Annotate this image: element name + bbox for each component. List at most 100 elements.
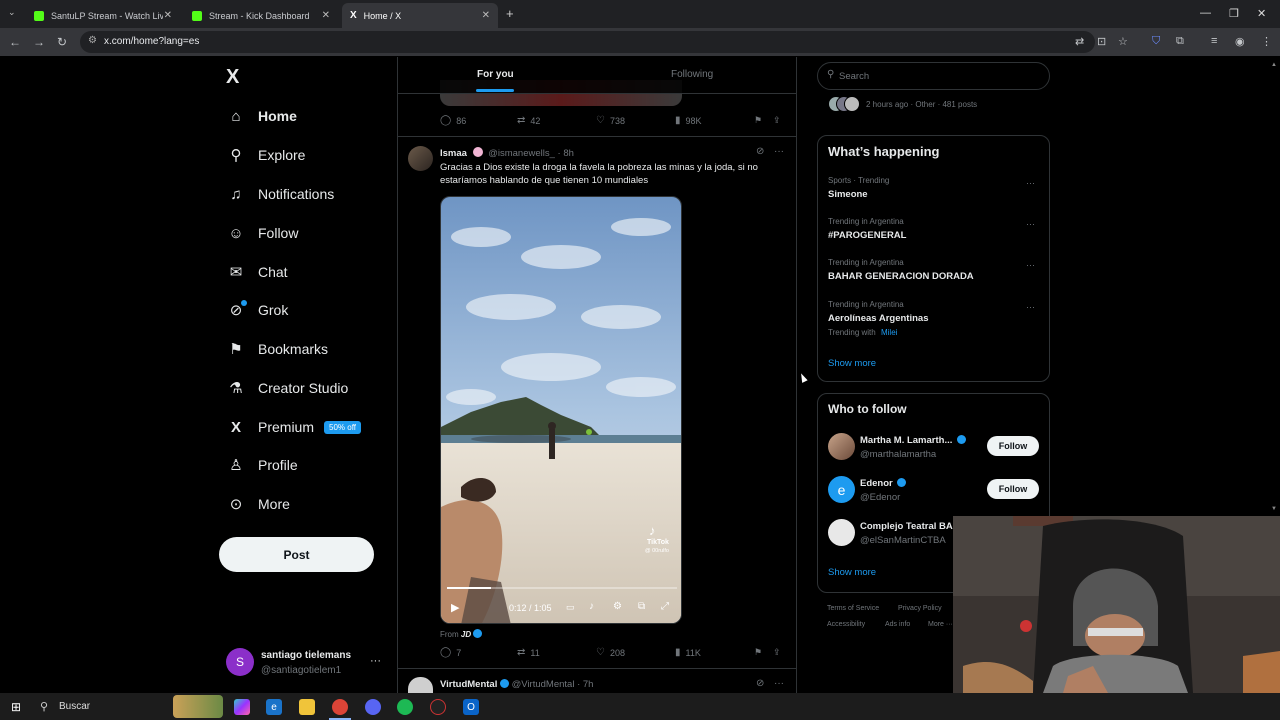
trend-more-button[interactable]: ··· [1026,302,1035,312]
site-info-icon[interactable]: ⚙ [88,35,97,46]
video-source-name[interactable]: JD [461,630,471,639]
grok-explain-icon[interactable]: ⊘ [756,678,764,689]
nav-follow[interactable]: ☺ Follow [226,221,298,245]
captions-icon[interactable]: ▭ [566,602,575,613]
profile-icon[interactable]: ◉ [1235,35,1245,48]
post-author-handle[interactable]: @ismanewells_ [488,148,555,159]
repost-button[interactable]: ⇄ 11 [517,647,540,658]
follow-button-edenor[interactable]: Follow [987,479,1039,499]
new-tab-button[interactable]: + [506,6,514,21]
trend-more-button[interactable]: ··· [1026,178,1035,188]
account-name[interactable]: santiago tielemans [261,650,351,661]
close-tab-icon[interactable]: ✕ [482,10,490,21]
close-window-icon[interactable]: ✕ [1257,7,1266,20]
trend-aerolineas[interactable]: Aerolíneas Argentinas [828,313,928,324]
account-menu-button[interactable]: ··· [370,655,381,667]
repost-button[interactable]: ⇄ 42 [517,115,540,126]
fullscreen-icon[interactable]: ⤢ [661,601,669,612]
wtf-name-complejo[interactable]: Complejo Teatral BA [860,521,953,532]
account-avatar[interactable]: S [226,648,254,676]
wtf-name-edenor[interactable]: Edenor [860,478,907,489]
nav-notifications[interactable]: ♫ Notifications [226,182,334,206]
trend-simeone[interactable]: Simeone [828,189,868,200]
file-explorer-icon[interactable] [299,699,315,715]
post-more-button[interactable]: ··· [774,146,784,157]
chrome-icon[interactable] [332,699,348,715]
trend-more-button[interactable]: ··· [1026,219,1035,229]
nav-chat[interactable]: ✉ Chat [226,260,288,284]
taskbar-widget[interactable] [173,695,223,718]
reload-icon[interactable]: ↻ [57,35,67,49]
post-time[interactable]: · 8h [558,148,574,159]
post-button[interactable]: Post [219,537,374,572]
tab-for-you[interactable]: For you [477,69,514,80]
star-icon[interactable]: ☆ [1118,35,1128,48]
x-logo-icon[interactable]: X [226,66,239,89]
search-input[interactable]: Search [839,71,869,82]
pip-icon[interactable]: ⧉ [638,601,645,612]
bookmark-icon[interactable]: ⚑ [754,115,762,126]
footer-ads-link[interactable]: Ads info [885,621,910,628]
next-post-time[interactable]: · 7h [577,679,593,690]
volume-icon[interactable]: ♪ [589,601,594,612]
views-button[interactable]: ▮ 11K [675,647,701,658]
wtf-avatar-edenor[interactable]: e [828,476,855,503]
video-progress-track[interactable] [447,587,677,589]
post-author-avatar[interactable] [408,146,433,171]
post-more-button[interactable]: ··· [774,678,784,689]
tab-search-icon[interactable]: ⌄ [8,7,16,18]
spotify-icon[interactable] [397,699,413,715]
footer-accessibility-link[interactable]: Accessibility [827,621,865,628]
browser-menu-icon[interactable]: ⋮ [1261,35,1272,48]
footer-terms-link[interactable]: Terms of Service [827,605,879,612]
scrollbar[interactable]: ▲ ▼ [1271,62,1277,514]
share-icon[interactable]: ⇪ [773,647,781,658]
search-box[interactable]: ⚲ Search [817,62,1050,90]
reply-button[interactable]: ◯ 7 [440,647,461,658]
show-more-follow-link[interactable]: Show more [828,567,876,578]
show-more-trends-link[interactable]: Show more [828,358,876,369]
obs-icon[interactable] [430,699,446,715]
install-icon[interactable]: ⊡ [1097,35,1106,48]
nav-home[interactable]: ⌂ Home [226,104,296,128]
like-button[interactable]: ♡ 208 [596,647,625,658]
post-video[interactable]: ♪ TikTok @ 00rulfo ▶ 0:12 / 1:05 ▭ ♪ ⚙ ⧉… [440,196,682,624]
nav-explore[interactable]: ⚲ Explore [226,143,306,167]
wtf-avatar-complejo[interactable] [828,519,855,546]
next-post-author[interactable]: VirtudMental [440,679,497,690]
wtf-name-martha[interactable]: Martha M. Lamarth... [860,435,967,446]
footer-privacy-link[interactable]: Privacy Policy [898,605,942,612]
windows-start-icon[interactable]: ⊞ [8,699,24,715]
share-icon[interactable]: ⇪ [773,115,781,126]
nav-profile[interactable]: ♙ Profile [226,453,297,477]
back-icon[interactable]: ← [9,35,21,49]
extension-shield-icon[interactable]: ⛉ [1152,35,1160,48]
nav-creator-studio[interactable]: ⚗ Creator Studio [226,376,348,400]
media-icon[interactable]: ≡ [1211,35,1217,47]
outlook-icon[interactable]: O [463,699,479,715]
trend-related-link[interactable]: Milei [881,328,897,337]
follow-button-martha[interactable]: Follow [987,436,1039,456]
reply-button[interactable]: ◯ 86 [440,115,466,126]
bookmark-icon[interactable]: ⚑ [754,647,762,658]
close-tab-icon[interactable]: ✕ [322,10,330,21]
tab-home-x[interactable]: X Home / X ✕ [342,3,498,28]
wtf-avatar-martha[interactable] [828,433,855,460]
tab-kick-dashboard[interactable]: Stream - Kick Dashboard ✕ [184,3,338,28]
discord-icon[interactable] [365,699,381,715]
like-button[interactable]: ♡ 738 [596,115,625,126]
copilot-icon[interactable] [234,699,250,715]
close-tab-icon[interactable]: ✕ [164,10,172,21]
next-post-avatar[interactable] [408,677,433,693]
grok-explain-icon[interactable]: ⊘ [756,146,764,157]
address-bar[interactable]: ⚙ x.com/home?lang=es [80,31,1095,53]
edge-icon[interactable]: e [266,699,282,715]
nav-more[interactable]: ⊙ More [226,492,290,516]
minimize-icon[interactable]: — [1200,7,1211,19]
settings-icon[interactable]: ⚙ [613,601,622,612]
views-button[interactable]: ▮ 98K [675,115,702,126]
taskbar-search-box[interactable]: Buscar [59,701,90,712]
extensions-icon[interactable]: ⧉ [1176,35,1184,48]
footer-more-link[interactable]: More ··· [928,621,953,628]
nav-bookmarks[interactable]: ⚑ Bookmarks [226,337,328,361]
